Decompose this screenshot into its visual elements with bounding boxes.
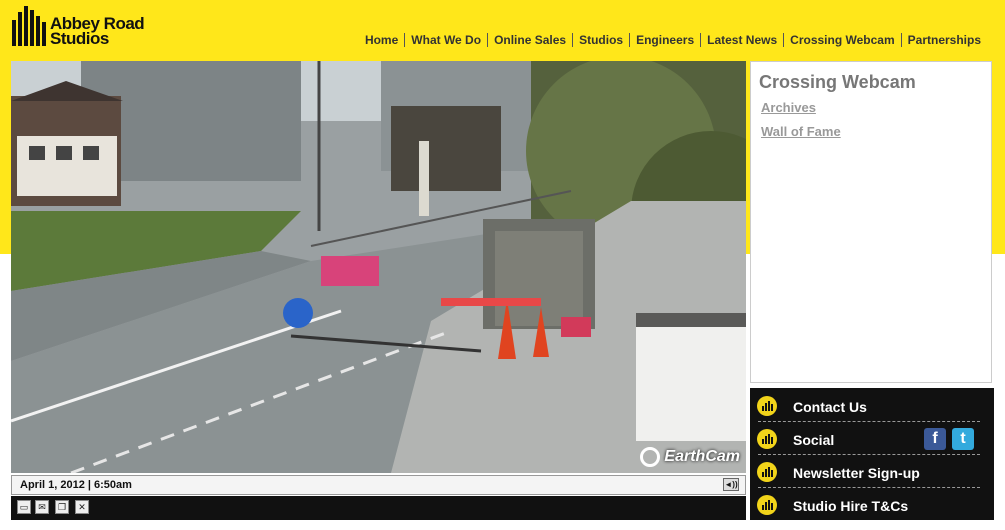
contact-us-label: Contact Us — [793, 399, 867, 415]
bars-bullet-icon — [757, 396, 777, 416]
webcam-street-image — [11, 61, 746, 473]
nav-studios[interactable]: Studios — [572, 33, 629, 47]
divider — [758, 454, 980, 455]
divider — [758, 487, 980, 488]
crossing-webcam-panel: Crossing Webcam Archives Wall of Fame — [750, 61, 992, 383]
earthcam-watermark: EarthCam — [664, 448, 740, 465]
nav-home[interactable]: Home — [359, 33, 404, 47]
nav-crossing-webcam[interactable]: Crossing Webcam — [783, 33, 900, 47]
abbey-road-logo[interactable]: Abbey Road Studios — [12, 6, 145, 48]
twitter-icon[interactable]: t — [952, 428, 974, 450]
nav-partnerships[interactable]: Partnerships — [900, 33, 987, 47]
webcam-view[interactable]: EarthCam — [11, 61, 746, 473]
nav-online-sales[interactable]: Online Sales — [487, 33, 572, 47]
webcam-toolbar: ▭ ✉ ❐ ✕ — [11, 496, 746, 520]
studio-hire-terms-label: Studio Hire T&Cs — [793, 498, 909, 514]
nav-latest-news[interactable]: Latest News — [700, 33, 783, 47]
logo-line-2: Studios — [50, 29, 109, 48]
site-header: Abbey Road Studios Home What We Do Onlin… — [0, 0, 1005, 58]
bars-bullet-icon — [757, 429, 777, 449]
divider — [758, 421, 980, 422]
earthcam-ring-icon — [640, 447, 661, 467]
webcam-timestamp: April 1, 2012 | 6:50am — [20, 479, 132, 491]
email-icon[interactable]: ✉ — [35, 500, 49, 514]
logo-wordmark: Abbey Road Studios — [50, 15, 145, 48]
volume-icon[interactable]: ◄)) — [723, 478, 739, 491]
newsletter-signup-link[interactable]: Newsletter Sign-up — [750, 456, 994, 487]
archives-link[interactable]: Archives — [761, 100, 816, 115]
nav-engineers[interactable]: Engineers — [629, 33, 700, 47]
bookmark-icon[interactable]: ❐ — [55, 500, 69, 514]
main-nav: Home What We Do Online Sales Studios Eng… — [359, 33, 987, 47]
contact-us-link[interactable]: Contact Us — [750, 390, 994, 421]
abbey-road-bars-icon — [12, 6, 46, 46]
bars-bullet-icon — [757, 462, 777, 482]
nav-what-we-do[interactable]: What We Do — [404, 33, 487, 47]
social-row: Social f t — [750, 423, 994, 454]
newsletter-signup-label: Newsletter Sign-up — [793, 465, 920, 481]
quick-links-box: Contact Us Social f t Newsletter Sign-up… — [750, 388, 994, 520]
snapshot-icon[interactable]: ▭ — [17, 500, 31, 514]
side-panel-title: Crossing Webcam — [759, 72, 916, 92]
fullscreen-icon[interactable]: ✕ — [75, 500, 89, 514]
facebook-icon[interactable]: f — [924, 428, 946, 450]
earthcam-logo-icon: EarthCam — [640, 447, 740, 467]
bars-bullet-icon — [757, 495, 777, 515]
wall-of-fame-link[interactable]: Wall of Fame — [761, 124, 841, 139]
studio-hire-terms-link[interactable]: Studio Hire T&Cs — [750, 489, 994, 520]
webcam-status-bar: April 1, 2012 | 6:50am ◄)) — [11, 475, 746, 495]
social-label: Social — [793, 432, 835, 448]
